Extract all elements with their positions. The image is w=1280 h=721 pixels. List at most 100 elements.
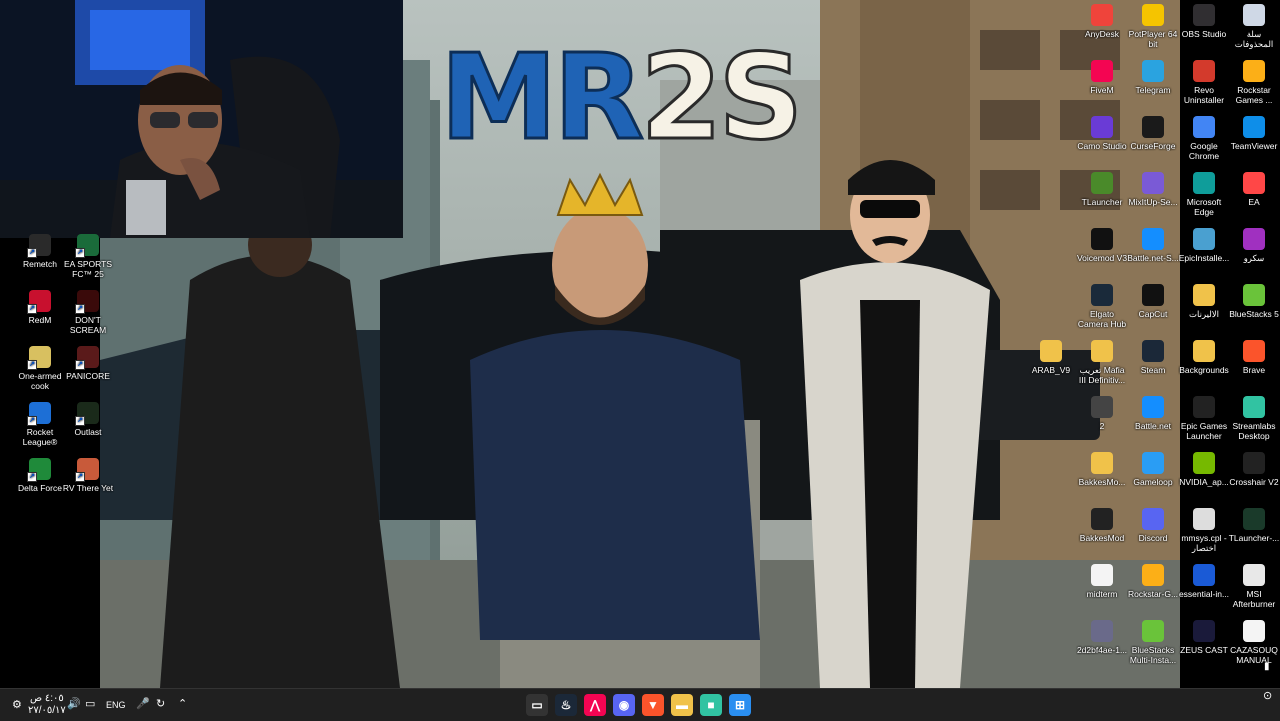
epic-games-icon xyxy=(1193,396,1215,418)
desktop-icon-crosshair[interactable]: Crosshair V2 xyxy=(1228,452,1280,487)
taskbar-streamlabs-icon[interactable]: ■ xyxy=(700,694,722,716)
desktop-icon-file[interactable]: 2d2bf4ae-1... xyxy=(1076,620,1128,655)
desktop-icon-label: Google Chrome xyxy=(1188,141,1220,161)
desktop-icon-rockstar[interactable]: Rockstar Games ... xyxy=(1228,60,1280,105)
language-indicator[interactable]: ENG xyxy=(106,700,126,710)
desktop-icon-brave[interactable]: Brave xyxy=(1228,340,1280,375)
desktop-icon-elgato[interactable]: Elgato Camera Hub xyxy=(1076,284,1128,329)
desktop-icon-label: Remetch xyxy=(22,259,57,269)
desktop-icon-battlenet-setup[interactable]: Battle.net-S... xyxy=(1127,228,1179,263)
desktop-icon-ea[interactable]: EA xyxy=(1228,172,1280,207)
start-icon: ⊞ xyxy=(734,698,746,712)
volume-icon[interactable]: 🔊 xyxy=(67,697,81,710)
desktop-icon-folder[interactable]: الاليرنات xyxy=(1178,284,1230,319)
desktop-icon-epic-installer[interactable]: EpicInstalle... xyxy=(1178,228,1230,263)
desktop-icon-label: Battle.net-S... xyxy=(1127,253,1179,263)
desktop-icon-curseforge[interactable]: CurseForge xyxy=(1127,116,1179,151)
bakkesmod-icon xyxy=(1091,508,1113,530)
desktop-icon-mixitup[interactable]: MixItUp-Se... xyxy=(1127,172,1179,207)
desktop-icon-epic-games[interactable]: Epic Games Launcher xyxy=(1178,396,1230,441)
desktop-icon-mmsys[interactable]: mmsys.cpl - اختصار xyxy=(1178,508,1230,553)
settings-tray-icon[interactable]: ⚙ xyxy=(12,698,22,711)
desktop-icon-label: RV There Yet xyxy=(62,483,114,493)
desktop-icon-bakkesmod[interactable]: BakkesMod xyxy=(1076,508,1128,543)
sync-icon[interactable]: ↻ xyxy=(156,697,165,710)
desktop-icon-skro[interactable]: سكرو xyxy=(1228,228,1280,263)
desktop-icon-capcut[interactable]: CapCut xyxy=(1127,284,1179,319)
clock-time: ٤:٠٥ ص xyxy=(30,693,64,704)
desktop-icon-pdf[interactable]: CAZASOUQ MANUAL xyxy=(1228,620,1280,665)
desktop-icon-revo[interactable]: Revo Uninstaller xyxy=(1178,60,1230,105)
shortcut-arrow-icon: ↗ xyxy=(75,472,85,482)
desktop-icon-nvidia[interactable]: NVIDIA_ap... xyxy=(1178,452,1230,487)
desktop-icon-pdf[interactable]: midterm xyxy=(1076,564,1128,599)
shortcut-arrow-icon: ↗ xyxy=(27,304,37,314)
desktop-icon-teamviewer[interactable]: TeamViewer xyxy=(1228,116,1280,151)
desktop-icon-gameloop[interactable]: Gameloop xyxy=(1127,452,1179,487)
shortcut-arrow-icon: ↗ xyxy=(27,360,37,370)
desktop-icon-zeus-cast[interactable]: ZEUS CAST xyxy=(1178,620,1230,655)
desktop-icon-tlauncher[interactable]: TLauncher xyxy=(1076,172,1128,207)
desktop-icon-panicore[interactable]: ↗ PANICORE xyxy=(62,346,114,381)
network-icon[interactable]: ▭ xyxy=(85,697,95,710)
desktop-icon-edge[interactable]: Microsoft Edge xyxy=(1178,172,1230,217)
desktop-icon-outlast[interactable]: ↗ Outlast xyxy=(62,402,114,437)
desktop-icon-msi[interactable]: MSI Afterburner xyxy=(1228,564,1280,609)
desktop-icon-dont-scream[interactable]: ↗ DON'T SCREAM xyxy=(62,290,114,335)
taskbar-fivem-icon[interactable]: ⋀ xyxy=(584,694,606,716)
desktop-icon-bluestacks-multi[interactable]: BlueStacks Multi-Insta... xyxy=(1127,620,1179,665)
desktop-icon-bluestacks[interactable]: BlueStacks 5 xyxy=(1228,284,1280,319)
desktop-icon-redm[interactable]: ↗ RedM xyxy=(14,290,66,325)
desktop-icon-essential[interactable]: essential-in... xyxy=(1178,564,1230,599)
desktop-icon-file[interactable]: 2 xyxy=(1076,396,1128,431)
logo-part-mr: MR xyxy=(438,28,645,166)
desktop-icon-rocket-league[interactable]: ↗ Rocket League® xyxy=(14,402,66,447)
desktop-icon-remetch[interactable]: ↗ Remetch xyxy=(14,234,66,269)
taskbar-steam-icon[interactable]: ♨ xyxy=(555,694,577,716)
desktop-icon-ea-fc[interactable]: ↗ EA SPORTS FC™ 25 xyxy=(62,234,114,279)
desktop-icon-telegram[interactable]: Telegram xyxy=(1127,60,1179,95)
taskbar-task-view-icon[interactable]: ▭ xyxy=(526,694,548,716)
desktop-icon-rockstar-setup[interactable]: Rockstar-G... xyxy=(1127,564,1179,599)
desktop-icon-label: Camo Studio xyxy=(1077,141,1127,151)
desktop-icon-label: Microsoft Edge xyxy=(1186,197,1222,217)
taskbar-discord-icon[interactable]: ◉ xyxy=(613,694,635,716)
taskbar-start-icon[interactable]: ⊞ xyxy=(729,694,751,716)
desktop-icon-folder[interactable]: BakkesMo... xyxy=(1076,452,1128,487)
desktop-icon-label: TLauncher xyxy=(1081,197,1123,207)
desktop-icon-one-armed-cook[interactable]: ↗ One-armed cook xyxy=(14,346,66,391)
desktop-icon-label: DON'T SCREAM xyxy=(69,315,107,335)
desktop-icon-rv-there-yet[interactable]: ↗ RV There Yet xyxy=(62,458,114,493)
desktop-icon-fivem[interactable]: FiveM xyxy=(1076,60,1128,95)
chevron-up-icon[interactable]: ⌃ xyxy=(178,697,187,710)
desktop-icon-folder[interactable]: تعريب Mafia III Definitiv... xyxy=(1076,340,1128,385)
potplayer-icon xyxy=(1142,4,1164,26)
desktop-icon-anydesk[interactable]: AnyDesk xyxy=(1076,4,1128,39)
desktop-icon-camo[interactable]: Camo Studio xyxy=(1076,116,1128,151)
desktop-icon-steam[interactable]: Steam xyxy=(1127,340,1179,375)
desktop-peek-icon[interactable]: ⊙ xyxy=(1263,689,1272,702)
desktop-icon-label: Rockstar-G... xyxy=(1127,589,1179,599)
desktop-icon-potplayer[interactable]: PotPlayer 64 bit xyxy=(1127,4,1179,49)
desktop-icon-label: Discord xyxy=(1138,533,1168,543)
microphone-icon[interactable]: 🎤 xyxy=(136,697,150,710)
desktop: MR2S ↗ Remetch ↗ EA SPORTS FC™ 25 ↗ RedM ↗ DON'… xyxy=(0,0,1280,688)
desktop-icon-battlenet[interactable]: Battle.net xyxy=(1127,396,1179,431)
desktop-icon-label: Revo Uninstaller xyxy=(1183,85,1225,105)
taskbar-clock[interactable]: ٤:٠٥ ص ٢٧/٠٥/١٧ xyxy=(28,693,66,717)
desktop-icon-voicemod[interactable]: Voicemod V3 xyxy=(1076,228,1128,263)
desktop-icon-delta-force[interactable]: ↗ Delta Force xyxy=(14,458,66,493)
desktop-icon-recycle-bin[interactable]: سلة المحذوفات xyxy=(1228,4,1280,49)
shortcut-arrow-icon: ↗ xyxy=(75,360,85,370)
desktop-icon-label: TeamViewer xyxy=(1230,141,1278,151)
desktop-icon-discord[interactable]: Discord xyxy=(1127,508,1179,543)
desktop-icon-folder[interactable]: Backgrounds xyxy=(1178,340,1230,375)
taskbar-brave-icon[interactable]: ▼ xyxy=(642,694,664,716)
desktop-icon-chrome[interactable]: Google Chrome xyxy=(1178,116,1230,161)
desktop-icon-obs[interactable]: OBS Studio xyxy=(1178,4,1230,39)
taskbar-file-explorer-icon[interactable]: ▬ xyxy=(671,694,693,716)
desktop-icon-streamlabs[interactable]: Streamlabs Desktop xyxy=(1228,396,1280,441)
desktop-icon-tlauncher-alt[interactable]: TLauncher-... xyxy=(1228,508,1280,543)
desktop-icon-folder[interactable]: ARAB_V9 xyxy=(1025,340,1077,375)
desktop-icon-label: PotPlayer 64 bit xyxy=(1128,29,1178,49)
